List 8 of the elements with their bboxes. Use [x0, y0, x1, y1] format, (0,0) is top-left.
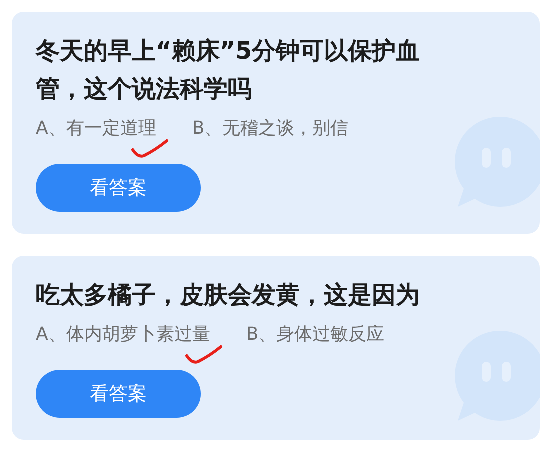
answer-option: A、体内胡萝卜素过量 — [36, 322, 226, 372]
answer-option: B、无稽之谈，别信 — [192, 116, 365, 166]
question-text: 吃太多橘子，皮肤会发黄，这是因为 — [36, 280, 421, 311]
view-answer-button[interactable]: 看答案 — [36, 370, 201, 418]
answer-option: B、身体过敏反应 — [246, 322, 401, 372]
view-answer-button[interactable]: 看答案 — [36, 164, 201, 212]
question-text: 冬天的早上“赖床”5分钟可以保护血管，这个说法科学吗 — [36, 36, 422, 105]
answer-option: A、有一定道理 — [36, 116, 172, 166]
